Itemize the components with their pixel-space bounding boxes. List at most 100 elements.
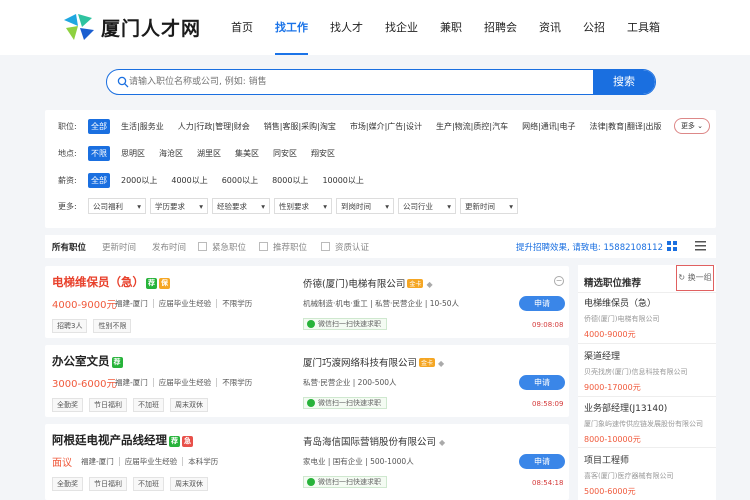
checkbox-icon [259, 242, 268, 251]
dropdown-label: 学历要求 [155, 201, 185, 211]
more-filters-button[interactable]: 更多 ⌄ [674, 118, 710, 134]
wechat-apply[interactable]: 微信扫一扫快速求职 [303, 397, 387, 409]
filter-option[interactable]: 生活|服务业 [118, 119, 167, 134]
badge-recommended-icon: 荐 [169, 436, 180, 447]
company-name-text: 厦门巧渡网络科技有限公司 [303, 358, 418, 369]
site-header: 厦门人才网 首页 找工作 找人才 找企业 兼职 招聘会 资讯 公招 工具箱 [0, 0, 750, 55]
nav-find-company[interactable]: 找企业 [385, 0, 418, 55]
filter-option[interactable]: 市场|媒介|广告|设计 [347, 119, 425, 134]
filter-option[interactable]: 法律|教育|翻译|出版 [586, 119, 664, 134]
nav-news[interactable]: 资讯 [539, 0, 561, 55]
apply-button[interactable]: 申请 [519, 375, 565, 390]
company-name[interactable]: 青岛海信国际营销股份有限公司 ◆ [303, 434, 445, 448]
chevron-down-icon: ▾ [199, 201, 203, 211]
filter-option[interactable]: 网络|通讯|电子 [519, 119, 578, 134]
sidebar-job-item[interactable]: 项目工程师 喜客(厦门)医疗器械有限公司 5000-6000元 [584, 453, 710, 497]
apply-button[interactable]: 申请 [519, 454, 565, 469]
sidebar-job-item[interactable]: 电梯维保员（急） 侨德(厦门)电梯有限公司 4000-9000元 [584, 296, 710, 340]
search-input[interactable] [129, 70, 589, 94]
diamond-icon: ◆ [439, 438, 446, 447]
job-title[interactable]: 阿根廷电视产品线经理荐急 [52, 432, 193, 448]
filter-option[interactable]: 人力|行政|管理|财会 [175, 119, 253, 134]
job-tag: 周末双休 [170, 477, 208, 491]
dropdown-industry[interactable]: 公司行业 ▾ [398, 198, 456, 214]
nav-toolbox[interactable]: 工具箱 [627, 0, 660, 55]
nav-job-fair[interactable]: 招聘会 [484, 0, 517, 55]
job-card[interactable]: 电梯维保员（急）荐保 4000-9000元 福建-厦门 应届毕业生经验 不限学历 招… [45, 266, 569, 338]
checkbox-urgent[interactable]: 紧急职位 [198, 241, 246, 253]
job-salary: 3000-6000元 [52, 379, 117, 390]
sidebar-job-item[interactable]: 业务部经理(J13140) 厦门象屿速传供应链发展股份有限公司 8000-100… [584, 401, 710, 445]
filter-option[interactable]: 10000以上 [319, 173, 366, 188]
sidebar-job-name: 电梯维保员（急） [584, 299, 657, 309]
tab-all-jobs[interactable]: 所有职位 [52, 241, 86, 253]
dropdown-welfare[interactable]: 公司福利 ▾ [88, 198, 146, 214]
sidebar-job-item[interactable]: 渠道经理 贝壳找房(厦门)信息科技有限公司 9000-17000元 [584, 349, 710, 393]
filter-option[interactable]: 思明区 [118, 146, 148, 161]
filter-option[interactable]: 海沧区 [156, 146, 186, 161]
filter-option[interactable]: 4000以上 [168, 173, 210, 188]
filter-option[interactable]: 2000以上 [118, 173, 160, 188]
nav-public-recruit[interactable]: 公招 [583, 0, 605, 55]
company-name[interactable]: 厦门巧渡网络科技有限公司 金卡 ◆ [303, 355, 444, 369]
checkbox-icon [321, 242, 330, 251]
job-card[interactable]: 办公室文员荐 3000-6000元 福建-厦门 应届毕业生经验 不限学历 全勤奖 节日… [45, 345, 569, 417]
dropdown-start-time[interactable]: 到岗时间 ▾ [336, 198, 394, 214]
filter-label: 更多: [58, 201, 77, 211]
divider [578, 343, 716, 344]
job-tag: 招聘3人 [52, 319, 88, 333]
filter-option[interactable]: 生产|物流|质控|汽车 [433, 119, 511, 134]
collapse-icon[interactable]: − [554, 276, 564, 286]
sidebar-job-name: 业务部经理(J13140) [584, 404, 668, 414]
grid-view-icon[interactable] [667, 241, 677, 251]
dropdown-education[interactable]: 学历要求 ▾ [150, 198, 208, 214]
filter-option[interactable]: 翔安区 [308, 146, 338, 161]
filter-option[interactable]: 不限 [88, 145, 110, 161]
company-info: 私营·民营企业 | 200-500人 [303, 378, 397, 387]
tab-update-time[interactable]: 更新时间 [102, 241, 136, 253]
apply-button[interactable]: 申请 [519, 296, 565, 311]
job-requirements: 福建-厦门 应届毕业生经验 不限学历 [115, 298, 258, 309]
dropdown-label: 公司行业 [403, 201, 433, 211]
diamond-icon: ◆ [426, 280, 433, 289]
job-title[interactable]: 电梯维保员（急）荐保 [52, 274, 170, 290]
filter-option[interactable]: 全部 [88, 118, 110, 134]
nav-find-talent[interactable]: 找人才 [330, 0, 363, 55]
site-logo[interactable]: 厦门人才网 [62, 12, 201, 42]
nav-home[interactable]: 首页 [231, 0, 253, 55]
nav-part-time[interactable]: 兼职 [440, 0, 462, 55]
promo-phone: 15882108112 [603, 243, 663, 253]
nav-find-job[interactable]: 找工作 [275, 0, 308, 55]
filter-option[interactable]: 全部 [88, 172, 110, 188]
job-title[interactable]: 办公室文员荐 [52, 353, 123, 369]
req-location: 福建-厦门 [115, 299, 148, 308]
filter-label: 职位: [58, 121, 77, 131]
job-tag: 节日福利 [89, 398, 127, 412]
dropdown-label: 公司福利 [93, 201, 123, 211]
chevron-down-icon: ▾ [447, 201, 451, 211]
sidebar-job-company: 喜客(厦门)医疗器械有限公司 [584, 472, 674, 480]
sidebar-job-salary: 5000-6000元 [584, 487, 636, 496]
search-button[interactable]: 搜索 [593, 70, 655, 94]
chevron-down-icon: ▾ [323, 201, 327, 211]
refresh-button[interactable]: ↻ 换一组 [676, 265, 714, 291]
filter-option[interactable]: 销售|客服|采购|淘宝 [261, 119, 339, 134]
wechat-apply[interactable]: 微信扫一扫快速求职 [303, 318, 387, 330]
dropdown-update-time[interactable]: 更新时间 ▾ [460, 198, 518, 214]
filter-option[interactable]: 集美区 [232, 146, 262, 161]
filter-option[interactable]: 同安区 [270, 146, 300, 161]
checkbox-certified[interactable]: 资质认证 [321, 241, 369, 253]
filter-option[interactable]: 8000以上 [269, 173, 311, 188]
wechat-apply[interactable]: 微信扫一扫快速求职 [303, 476, 387, 488]
filter-row-salary: 薪资: 全部 2000以上 4000以上 6000以上 8000以上 10000… [58, 172, 375, 188]
dropdown-gender[interactable]: 性别要求 ▾ [274, 198, 332, 214]
company-name[interactable]: 侨德(厦门)电梯有限公司 金卡 ◆ [303, 276, 433, 290]
dropdown-experience[interactable]: 经验要求 ▾ [212, 198, 270, 214]
checkbox-recommended[interactable]: 推荐职位 [259, 241, 307, 253]
job-card[interactable]: 阿根廷电视产品线经理荐急 面议 福建-厦门 应届毕业生经验 本科学历 全勤奖 节日福利… [45, 424, 569, 500]
job-tag: 周末双休 [170, 398, 208, 412]
list-view-icon[interactable] [695, 241, 706, 251]
filter-option[interactable]: 湖里区 [194, 146, 224, 161]
tab-publish-time[interactable]: 发布时间 [152, 241, 186, 253]
filter-option[interactable]: 6000以上 [219, 173, 261, 188]
